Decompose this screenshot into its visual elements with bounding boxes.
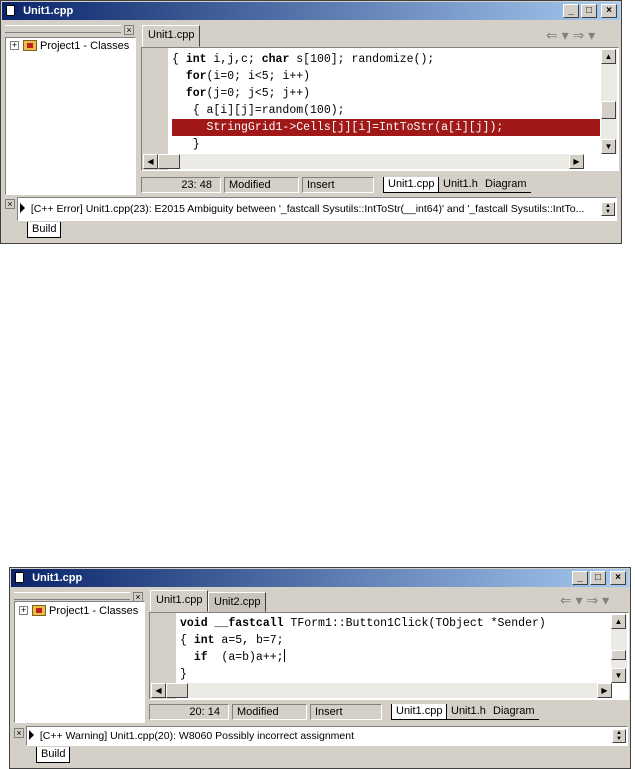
code-line-1: void __fastcall TForm1::Button1Click(TOb…: [180, 617, 546, 630]
code-line-6: }: [172, 138, 200, 151]
scroll-down-icon[interactable]: ▼: [601, 139, 616, 154]
code-line-2: { int a=5, b=7;: [180, 634, 284, 647]
editor-gutter: [142, 48, 168, 170]
bottom-ide-window: Unit1.cpp _ □ × × + Project1 - Classes Un…: [9, 567, 631, 769]
editor-horizontal-scrollbar[interactable]: ◀ ▶: [143, 154, 584, 169]
maximize-icon[interactable]: □: [590, 571, 606, 585]
bottom-window-title: Unit1.cpp: [32, 572, 83, 584]
cursor-position: 20: 14: [149, 704, 229, 720]
editor-vertical-scrollbar[interactable]: ▲ ▼: [611, 614, 627, 683]
tab-label: Unit1.cpp: [148, 29, 195, 41]
code-line-4: { a[i][j]=random(100);: [172, 104, 345, 117]
editor-horizontal-scrollbar[interactable]: ◀ ▶: [151, 683, 612, 698]
class-explorer-close-icon[interactable]: ×: [124, 25, 134, 35]
maximize-icon[interactable]: □: [581, 4, 597, 18]
class-explorer-pane: + Project1 - Classes: [14, 601, 145, 723]
code-line-2: for(i=0; i<5; i++): [185, 70, 311, 83]
code-line-3: for(j=0; j<5; j++): [185, 87, 311, 100]
error-message-text: [C++ Error] Unit1.cpp(23): E2015 Ambigui…: [30, 203, 585, 215]
editor-vertical-scrollbar[interactable]: ▲ ▼: [601, 49, 617, 154]
file-tab-diagram[interactable]: Diagram: [489, 704, 539, 720]
tree-item-project-classes[interactable]: + Project1 - Classes: [19, 605, 138, 617]
minimize-icon[interactable]: _: [572, 571, 588, 585]
cursor-position: 23: 48: [141, 177, 221, 193]
classes-folder-icon: [23, 40, 37, 51]
tab-label: Unit1.cpp: [156, 594, 203, 606]
file-tab-unit1-cpp[interactable]: Unit1.cpp: [383, 177, 440, 193]
messages-close-icon[interactable]: ×: [5, 199, 15, 209]
classes-folder-icon: [32, 605, 46, 616]
build-tab[interactable]: Build: [36, 747, 71, 763]
tree-item-project-classes[interactable]: + Project1 - Classes: [10, 40, 129, 52]
tab-label: Unit2.cpp: [214, 596, 261, 608]
messages-scroll-icon[interactable]: ▲ ▼: [601, 202, 615, 216]
close-icon[interactable]: ×: [610, 571, 626, 585]
vertical-scroll-thumb[interactable]: [601, 101, 616, 119]
scroll-left-icon[interactable]: ◀: [151, 683, 166, 698]
top-title-bar[interactable]: Unit1.cpp _ □ ×: [2, 2, 620, 20]
error-highlighted-line: StringGrid1->Cells[j][i]=IntToStr(a[i][j…: [172, 119, 600, 136]
warning-message-text: [C++ Warning] Unit1.cpp(20): W8060 Possi…: [39, 730, 355, 742]
top-window-title: Unit1.cpp: [23, 5, 74, 17]
insert-mode-status: Insert: [310, 704, 382, 720]
tree-item-label: Project1 - Classes: [40, 40, 130, 52]
code-line-4: }: [180, 668, 187, 681]
modified-status: Modified: [232, 704, 307, 720]
warning-message[interactable]: [C++ Warning] Unit1.cpp(20): W8060 Possi…: [29, 730, 604, 742]
messages-close-icon[interactable]: ×: [14, 728, 24, 738]
scroll-down-icon[interactable]: ▼: [611, 668, 626, 683]
class-explorer-grip[interactable]: [14, 592, 130, 600]
code-line-1: { int i,j,c; char s[100]; randomize();: [172, 53, 435, 66]
history-nav-icons[interactable]: ⇐ ▾ ⇒ ▾: [560, 592, 609, 609]
history-nav-icons[interactable]: ⇐ ▾ ⇒ ▾: [546, 27, 595, 44]
messages-pane: [C++ Warning] Unit1.cpp(20): W8060 Possi…: [26, 726, 628, 746]
expand-plus-icon[interactable]: +: [19, 606, 28, 615]
scroll-up-icon[interactable]: ▲: [611, 614, 626, 629]
file-tab-unit1-cpp[interactable]: Unit1.cpp: [391, 704, 448, 720]
text-cursor: [283, 649, 285, 662]
error-message[interactable]: [C++ Error] Unit1.cpp(23): E2015 Ambigui…: [20, 203, 595, 215]
tab-unit2-cpp[interactable]: Unit2.cpp: [208, 592, 267, 612]
scroll-up-icon[interactable]: ▲: [601, 49, 616, 64]
minimize-icon[interactable]: _: [563, 4, 579, 18]
top-ide-window: Unit1.cpp _ □ × × + Project1 - Classes Un…: [0, 0, 622, 244]
expand-plus-icon[interactable]: +: [10, 41, 19, 50]
build-tab[interactable]: Build: [27, 222, 62, 238]
vertical-scroll-thumb[interactable]: [611, 650, 626, 660]
code-editor[interactable]: void __fastcall TForm1::Button1Click(TOb…: [149, 612, 629, 700]
code-editor[interactable]: { int i,j,c; char s[100]; randomize(); f…: [141, 47, 619, 171]
horizontal-scroll-thumb[interactable]: [166, 683, 188, 698]
scroll-right-icon[interactable]: ▶: [597, 683, 612, 698]
file-tab-unit1-h[interactable]: Unit1.h: [439, 177, 482, 193]
document-icon: [6, 5, 15, 16]
message-arrow-icon: [20, 203, 25, 213]
scroll-right-icon[interactable]: ▶: [569, 154, 584, 169]
class-explorer-grip[interactable]: [5, 25, 121, 33]
file-tab-unit1-h[interactable]: Unit1.h: [447, 704, 490, 720]
file-tab-diagram[interactable]: Diagram: [481, 177, 531, 193]
modified-status: Modified: [224, 177, 299, 193]
bottom-title-bar[interactable]: Unit1.cpp _ □ ×: [11, 569, 629, 587]
messages-pane: [C++ Error] Unit1.cpp(23): E2015 Ambigui…: [17, 197, 617, 221]
tree-item-label: Project1 - Classes: [49, 605, 139, 617]
messages-scroll-icon[interactable]: ▲ ▼: [612, 729, 626, 743]
message-arrow-icon: [29, 730, 34, 740]
insert-mode-status: Insert: [302, 177, 374, 193]
tab-unit1-cpp[interactable]: Unit1.cpp: [150, 590, 209, 612]
scroll-left-icon[interactable]: ◀: [143, 154, 158, 169]
code-line-3: if (a=b)a++;: [193, 649, 285, 664]
horizontal-scroll-thumb[interactable]: [158, 154, 180, 169]
close-icon[interactable]: ×: [601, 4, 617, 18]
document-icon: [15, 572, 24, 583]
tab-unit1-cpp[interactable]: Unit1.cpp: [142, 25, 201, 47]
class-explorer-pane: + Project1 - Classes: [5, 37, 136, 195]
